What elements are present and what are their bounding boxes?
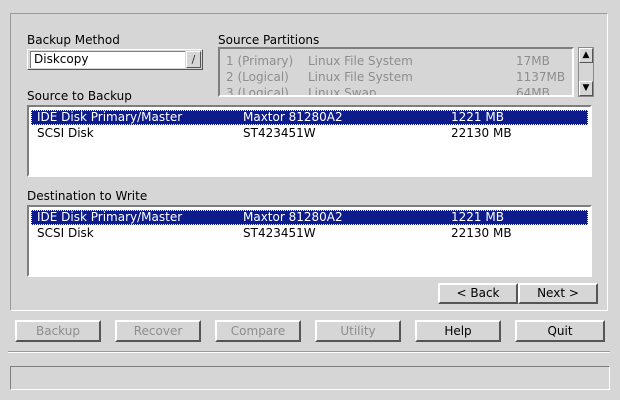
disk-name: IDE Disk Primary/Master <box>37 210 183 224</box>
disk-model: Maxtor 81280A2 <box>243 210 343 224</box>
next-button[interactable]: Next > <box>518 283 598 304</box>
partitions-scrollbar[interactable]: ▲ ▼ <box>578 47 594 97</box>
destination-label: Destination to Write <box>27 189 148 203</box>
disk-model: ST423451W <box>243 226 316 240</box>
partition-type: Linux File System <box>308 70 413 84</box>
disk-size: 22130 MB <box>451 226 512 240</box>
partition-number: 2 (Logical) <box>226 70 289 84</box>
scroll-up-icon[interactable]: ▲ <box>579 48 593 63</box>
partition-size: 64MB <box>516 86 550 97</box>
backup-method-combo[interactable]: Diskcopy / <box>27 49 203 70</box>
utility-button[interactable]: Utility <box>315 320 401 342</box>
disk-size: 22130 MB <box>451 126 512 140</box>
help-button[interactable]: Help <box>415 320 501 342</box>
destination-list[interactable]: IDE Disk Primary/Master Maxtor 81280A2 1… <box>27 205 592 277</box>
disk-model: Maxtor 81280A2 <box>243 110 343 124</box>
disk-size: 1221 MB <box>451 210 504 224</box>
partition-row[interactable]: 1 (Primary) Linux File System 17MB <box>226 53 566 69</box>
source-row-ide[interactable]: IDE Disk Primary/Master Maxtor 81280A2 1… <box>31 110 588 125</box>
backup-method-value[interactable]: Diskcopy <box>30 51 185 68</box>
disk-model: ST423451W <box>243 126 316 140</box>
partition-size: 1137MB <box>516 70 566 84</box>
disk-name: SCSI Disk <box>37 126 94 140</box>
partition-type: Linux Swap <box>308 86 377 97</box>
source-partitions-label: Source Partitions <box>218 33 320 47</box>
status-bar <box>10 366 610 390</box>
compare-button[interactable]: Compare <box>215 320 301 342</box>
back-button[interactable]: < Back <box>438 283 518 304</box>
source-partitions-list[interactable]: 1 (Primary) Linux File System 17MB 2 (Lo… <box>218 47 574 97</box>
source-row-scsi[interactable]: SCSI Disk ST423451W 22130 MB <box>31 126 588 141</box>
recover-button[interactable]: Recover <box>115 320 201 342</box>
partition-size: 17MB <box>516 54 550 68</box>
partition-row[interactable]: 2 (Logical) Linux File System 1137MB <box>226 69 566 85</box>
backup-method-label: Backup Method <box>27 33 120 47</box>
destination-row-ide[interactable]: IDE Disk Primary/Master Maxtor 81280A2 1… <box>31 210 588 225</box>
backup-button[interactable]: Backup <box>15 320 101 342</box>
partition-type: Linux File System <box>308 54 413 68</box>
disk-size: 1221 MB <box>451 110 504 124</box>
partition-number: 3 (Logical) <box>226 86 289 97</box>
destination-row-scsi[interactable]: SCSI Disk ST423451W 22130 MB <box>31 226 588 241</box>
quit-button[interactable]: Quit <box>515 320 605 342</box>
source-to-backup-label: Source to Backup <box>27 89 132 103</box>
disk-name: SCSI Disk <box>37 226 94 240</box>
separator <box>8 351 610 353</box>
partition-number: 1 (Primary) <box>226 54 294 68</box>
disk-name: IDE Disk Primary/Master <box>37 110 183 124</box>
partition-row[interactable]: 3 (Logical) Linux Swap 64MB <box>226 85 566 97</box>
dropdown-arrow-icon[interactable]: / <box>186 51 201 68</box>
source-to-backup-list[interactable]: IDE Disk Primary/Master Maxtor 81280A2 1… <box>27 105 592 177</box>
scroll-down-icon[interactable]: ▼ <box>579 81 593 96</box>
